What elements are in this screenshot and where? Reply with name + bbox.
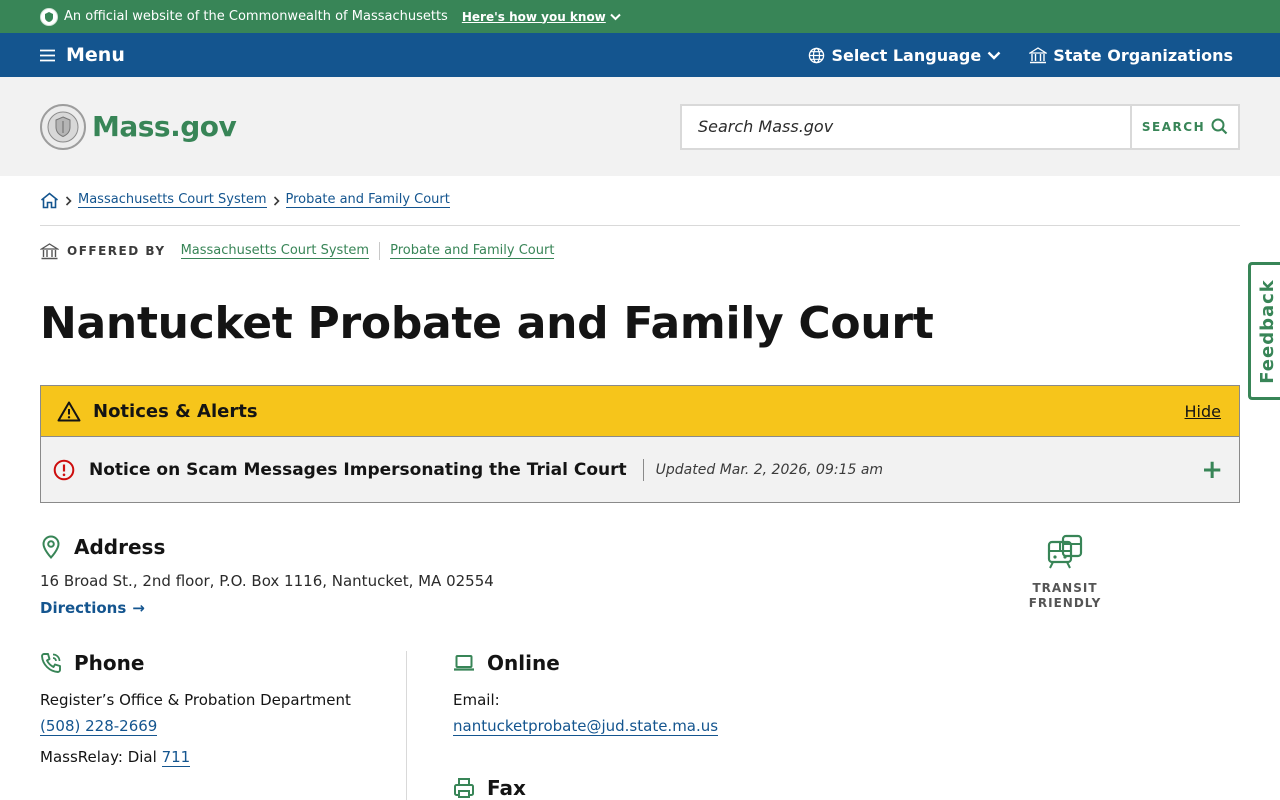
phone-number-link[interactable]: (508) 228-2669 bbox=[40, 717, 158, 736]
offered-by-link[interactable]: Probate and Family Court bbox=[390, 243, 555, 259]
breadcrumb: Massachusetts Court System Probate and F… bbox=[40, 192, 1240, 226]
arrow-right-icon: → bbox=[132, 599, 145, 617]
address-line: 16 Broad St., 2nd floor, P.O. Box 1116, … bbox=[40, 572, 494, 590]
utility-nav: Menu Select Language State Organizations bbox=[0, 33, 1280, 77]
divider bbox=[379, 242, 381, 260]
notices-alerts: Notices & Alerts Hide Notice on Scam Mes… bbox=[40, 385, 1240, 503]
menu-button[interactable]: Menu bbox=[40, 44, 125, 66]
building-icon bbox=[1029, 46, 1048, 63]
address-heading: Address bbox=[74, 535, 166, 559]
directions-link[interactable]: Directions → bbox=[40, 599, 145, 617]
warning-icon bbox=[57, 401, 81, 421]
search-input[interactable] bbox=[682, 105, 1130, 148]
mass-relay: MassRelay: Dial 711 bbox=[40, 748, 406, 767]
directions-label: Directions bbox=[40, 599, 127, 617]
offered-by: OFFERED BY Massachusetts Court System Pr… bbox=[40, 242, 555, 260]
phone-section: Phone Register’s Office & Probation Depa… bbox=[40, 651, 407, 800]
search-button[interactable]: SEARCH bbox=[1130, 105, 1238, 148]
globe-icon bbox=[809, 47, 825, 63]
official-banner-text: An official website of the Commonwealth … bbox=[64, 9, 448, 24]
breadcrumb-link[interactable]: Probate and Family Court bbox=[285, 192, 450, 208]
hamburger-icon bbox=[40, 49, 55, 61]
hide-alerts-button[interactable]: Hide bbox=[1185, 402, 1221, 421]
menu-label: Menu bbox=[66, 44, 125, 66]
page-title: Nantucket Probate and Family Court bbox=[40, 298, 934, 349]
alerts-heading: Notices & Alerts bbox=[93, 400, 258, 422]
transit-icon bbox=[1047, 534, 1083, 569]
how-you-know-button[interactable]: Here's how you know bbox=[462, 10, 621, 24]
breadcrumb-link[interactable]: Massachusetts Court System bbox=[78, 192, 267, 208]
logo-text: Mass.gov bbox=[92, 110, 237, 143]
state-seal-icon bbox=[40, 103, 86, 150]
feedback-tab[interactable]: Feedback bbox=[1248, 262, 1280, 400]
phone-heading: Phone bbox=[74, 651, 145, 675]
state-organizations-label: State Organizations bbox=[1053, 45, 1233, 65]
seal-icon bbox=[40, 7, 58, 26]
phone-office-label: Register’s Office & Probation Department bbox=[40, 691, 351, 709]
search-icon bbox=[1211, 118, 1228, 135]
fax-heading: Fax bbox=[487, 776, 526, 800]
location-pin-icon bbox=[42, 535, 60, 559]
alert-item[interactable]: Notice on Scam Messages Impersonating th… bbox=[41, 437, 1239, 502]
search-form: SEARCH bbox=[680, 103, 1240, 150]
chevron-down-icon bbox=[987, 51, 1001, 60]
mass-gov-logo[interactable]: Mass.gov bbox=[40, 103, 237, 150]
alert-title: Notice on Scam Messages Impersonating th… bbox=[89, 459, 627, 480]
divider bbox=[642, 458, 644, 481]
alerts-header: Notices & Alerts Hide bbox=[41, 386, 1239, 437]
transit-label: TRANSIT bbox=[1032, 581, 1098, 595]
expand-alert-button[interactable]: + bbox=[1201, 457, 1223, 483]
relay-label: MassRelay: Dial bbox=[40, 748, 157, 766]
chevron-right-icon bbox=[65, 192, 72, 210]
offered-by-label: OFFERED BY bbox=[67, 244, 166, 258]
transit-label: FRIENDLY bbox=[1028, 596, 1102, 610]
chevron-right-icon bbox=[273, 192, 280, 210]
fax-icon bbox=[454, 778, 474, 798]
alert-updated: Updated Mar. 2, 2026, 09:15 am bbox=[655, 461, 884, 478]
select-language-label: Select Language bbox=[831, 45, 982, 65]
email-link[interactable]: nantucketprobate@jud.state.ma.us bbox=[453, 717, 719, 736]
phone-icon bbox=[41, 653, 61, 673]
online-section: Online Email: nantucketprobate@jud.state… bbox=[453, 651, 719, 736]
home-icon[interactable] bbox=[40, 192, 59, 209]
transit-friendly-badge: TRANSIT FRIENDLY bbox=[1022, 534, 1108, 611]
official-banner: An official website of the Commonwealth … bbox=[0, 0, 1280, 33]
site-header: Mass.gov SEARCH bbox=[0, 77, 1280, 176]
laptop-icon bbox=[454, 655, 474, 671]
relay-number-link[interactable]: 711 bbox=[161, 748, 191, 767]
fax-section: Fax bbox=[453, 776, 526, 800]
search-button-label: SEARCH bbox=[1141, 119, 1206, 134]
address-section: Address 16 Broad St., 2nd floor, P.O. Bo… bbox=[40, 535, 494, 617]
select-language-button[interactable]: Select Language bbox=[808, 46, 1001, 65]
building-icon bbox=[40, 242, 59, 259]
email-label: Email: bbox=[453, 691, 500, 709]
online-heading: Online bbox=[487, 651, 560, 675]
chevron-down-icon bbox=[610, 13, 621, 20]
how-you-know-label: Here's how you know bbox=[461, 9, 606, 24]
feedback-label: Feedback bbox=[1257, 278, 1279, 384]
state-organizations-button[interactable]: State Organizations bbox=[1029, 46, 1233, 65]
alert-circle-icon bbox=[53, 459, 75, 480]
offered-by-link[interactable]: Massachusetts Court System bbox=[180, 243, 370, 259]
